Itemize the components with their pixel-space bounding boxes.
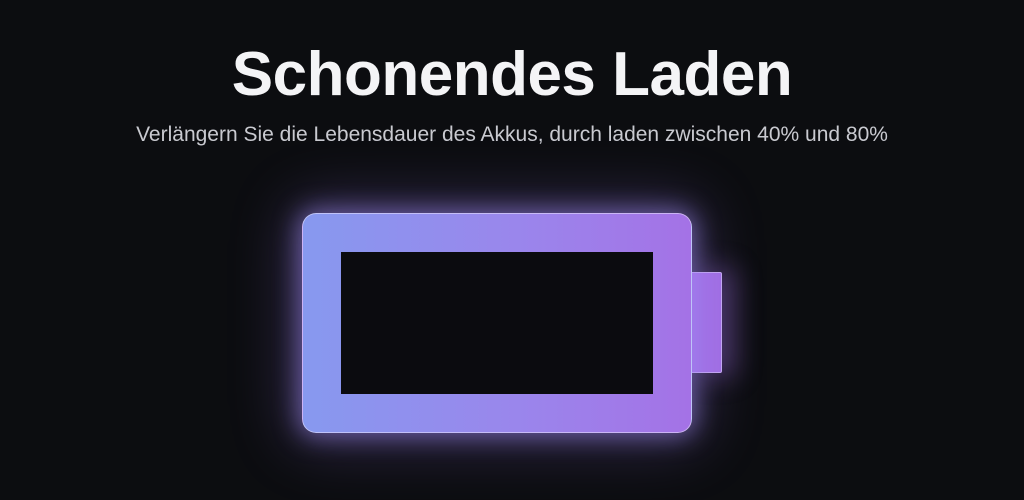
battery-window: [341, 252, 653, 394]
page-subtitle: Verlängern Sie die Lebensdauer des Akkus…: [136, 123, 888, 146]
page-title: Schonendes Laden: [231, 40, 793, 109]
battery-terminal: [691, 272, 722, 373]
